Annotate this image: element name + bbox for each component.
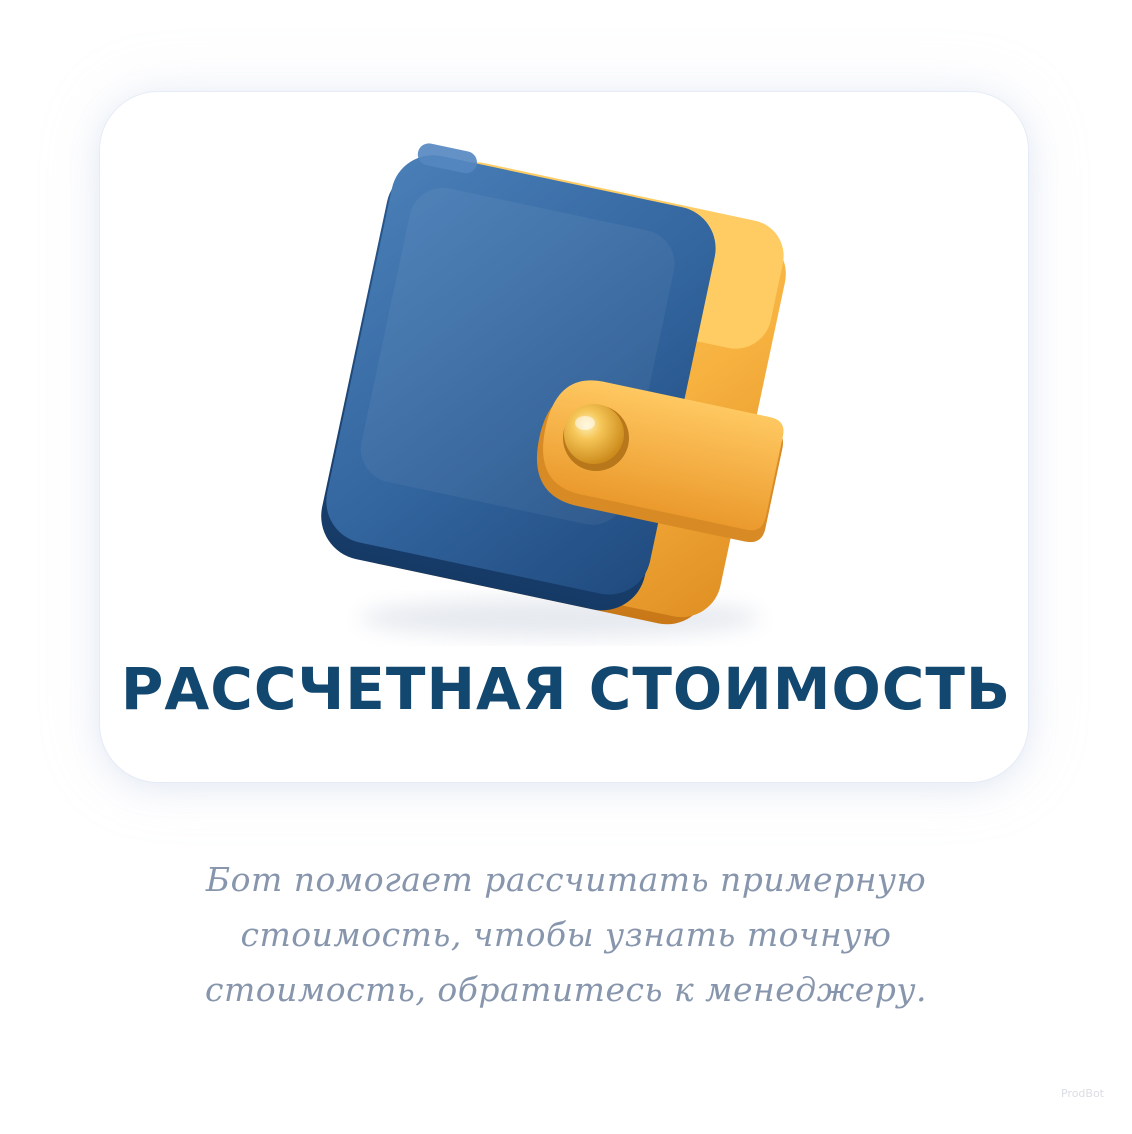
description-text: Бот помогает рассчитать примерную стоимо… <box>0 852 1132 1017</box>
watermark: ProdBot <box>1060 1087 1104 1100</box>
card-title: РАССЧЕТНАЯ СТОИМОСТЬ <box>120 655 1012 723</box>
description-line-3: стоимость, обратитесь к менеджеру. <box>204 970 928 1009</box>
description-line-2: стоимость, чтобы узнать точную <box>240 915 892 954</box>
description-line-1: Бот помогает рассчитать примерную <box>205 860 927 899</box>
wallet-icon <box>321 143 786 638</box>
